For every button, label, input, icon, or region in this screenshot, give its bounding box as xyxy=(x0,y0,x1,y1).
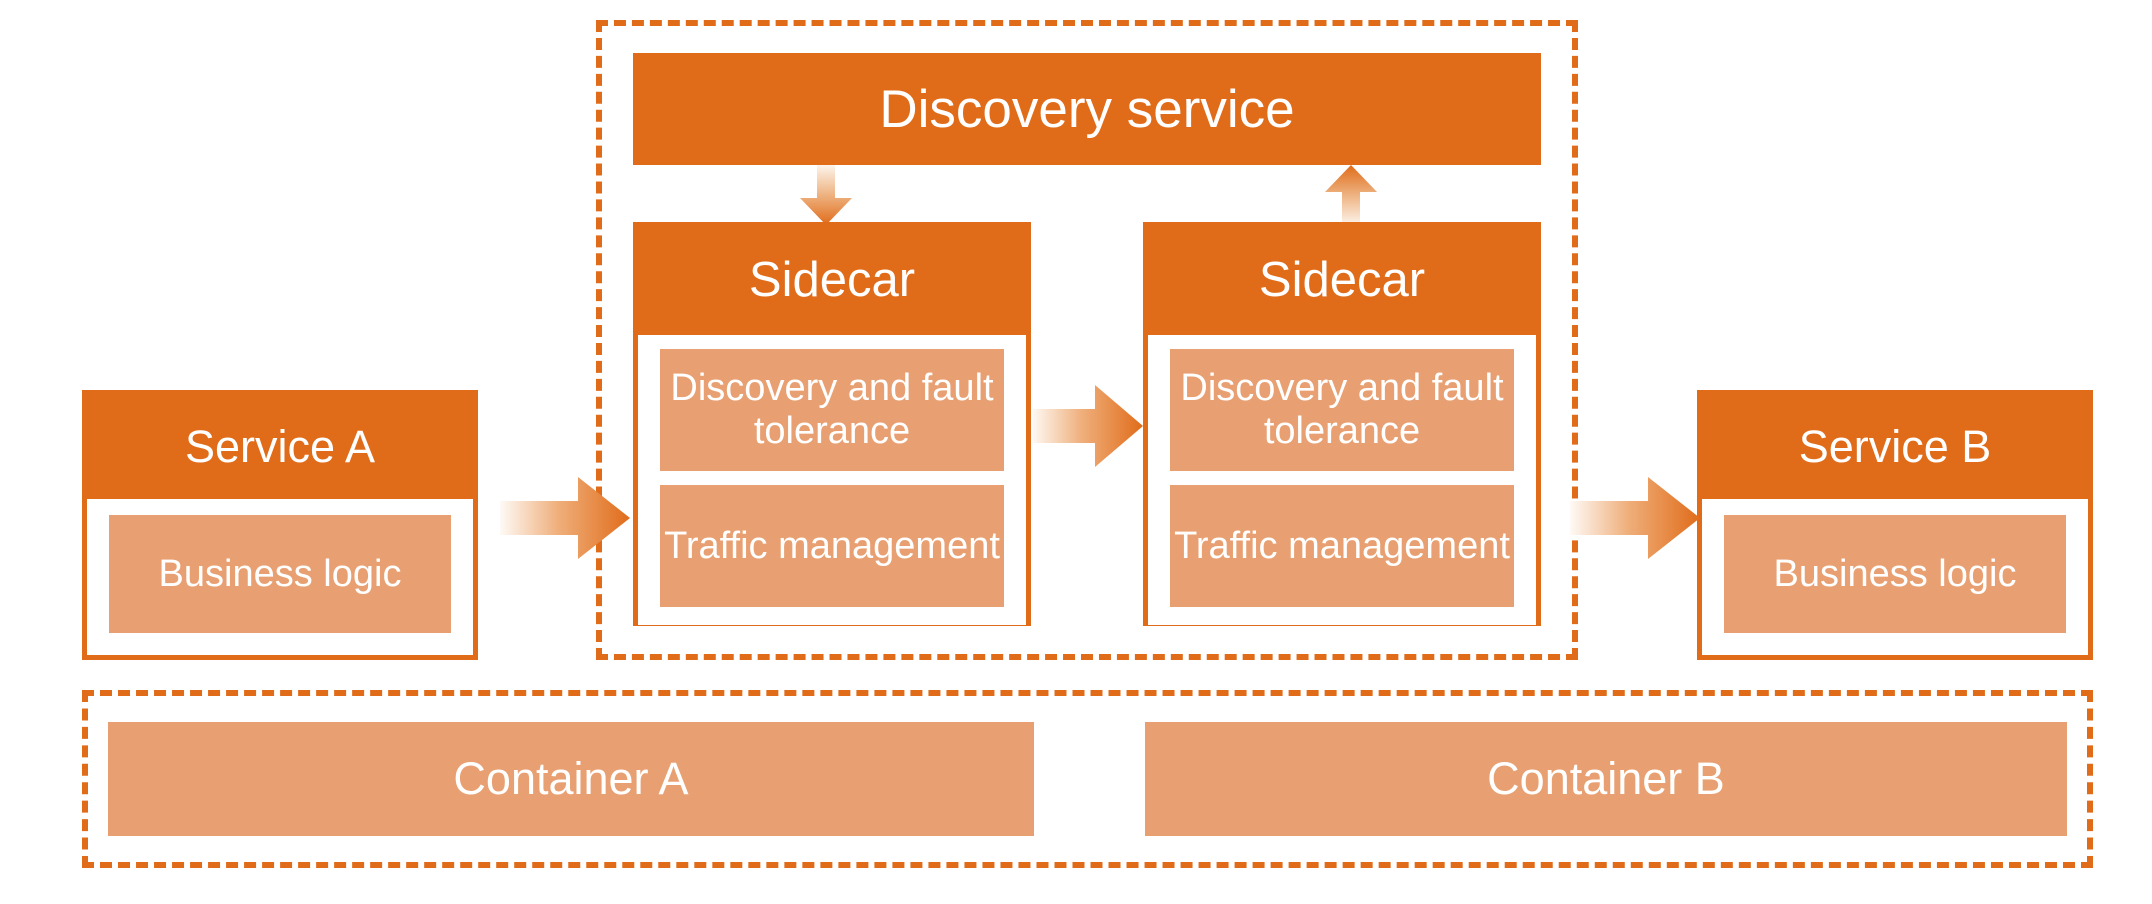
sidecar-right-body: Discovery and fault tolerance Traffic ma… xyxy=(1148,335,1536,625)
service-b-body: Business logic xyxy=(1702,499,2088,655)
container-a-label: Container A xyxy=(453,753,689,804)
sidecar-right-block-traffic-management[interactable]: Traffic management xyxy=(1170,485,1514,607)
sidecar-left-block-traffic-management[interactable]: Traffic management xyxy=(660,485,1004,607)
sidecar-left-card[interactable]: Sidecar Discovery and fault tolerance Tr… xyxy=(633,222,1031,626)
arrow-discovery-to-sidecar-left-icon xyxy=(800,165,852,225)
container-b-bar[interactable]: Container B xyxy=(1145,722,2067,836)
service-a-body: Business logic xyxy=(87,499,473,655)
sidecar-left-header: Sidecar xyxy=(638,227,1026,335)
sidecar-right-header: Sidecar xyxy=(1148,227,1536,335)
diagram-canvas: Discovery service Sidecar Discovery and … xyxy=(0,0,2152,904)
service-b-card[interactable]: Service B Business logic xyxy=(1697,390,2093,660)
container-a-bar[interactable]: Container A xyxy=(108,722,1034,836)
service-b-header: Service B xyxy=(1702,395,2088,499)
arrow-sidecar-right-to-discovery-icon xyxy=(1325,165,1377,225)
sidecar-right-card[interactable]: Sidecar Discovery and fault tolerance Tr… xyxy=(1143,222,1541,626)
discovery-service-box[interactable]: Discovery service xyxy=(633,53,1541,165)
sidecar-right-block-discovery-fault-tolerance[interactable]: Discovery and fault tolerance xyxy=(1170,349,1514,471)
sidecar-left-block-discovery-fault-tolerance[interactable]: Discovery and fault tolerance xyxy=(660,349,1004,471)
arrow-service-a-to-sidecar-left-icon xyxy=(500,477,630,559)
discovery-service-label: Discovery service xyxy=(879,79,1295,139)
container-b-label: Container B xyxy=(1487,753,1725,804)
arrow-sidecar-left-to-sidecar-right-icon xyxy=(1033,385,1143,467)
service-a-header: Service A xyxy=(87,395,473,499)
service-b-block-business-logic[interactable]: Business logic xyxy=(1724,515,2066,633)
service-a-block-business-logic[interactable]: Business logic xyxy=(109,515,451,633)
sidecar-left-body: Discovery and fault tolerance Traffic ma… xyxy=(638,335,1026,625)
arrow-sidecar-right-to-service-b-icon xyxy=(1570,477,1700,559)
service-a-card[interactable]: Service A Business logic xyxy=(82,390,478,660)
